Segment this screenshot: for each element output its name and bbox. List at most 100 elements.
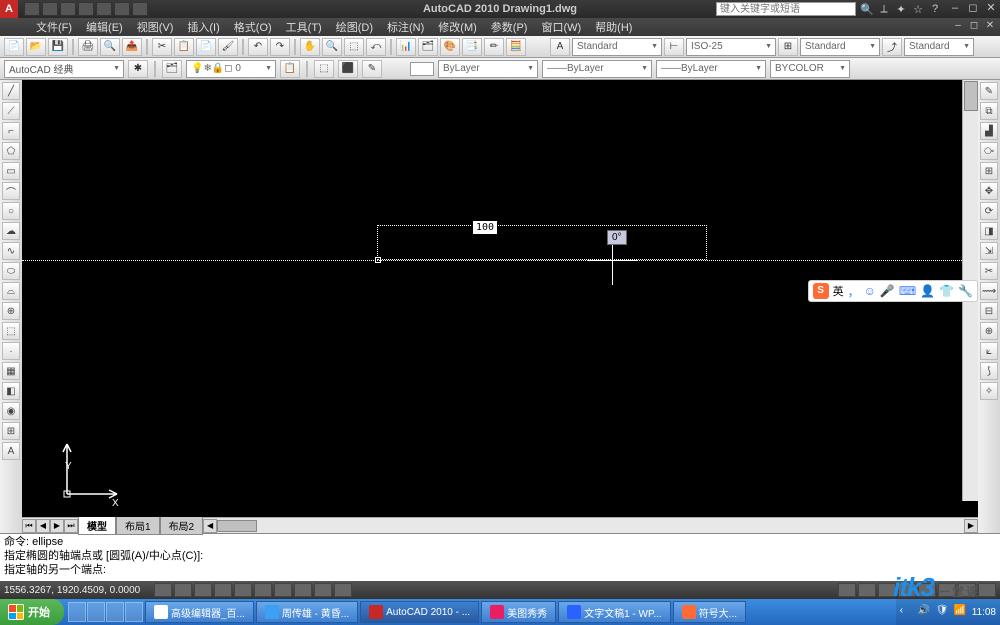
circle-icon[interactable]: ○: [2, 202, 20, 220]
ellipse-arc-icon[interactable]: ⌓: [2, 282, 20, 300]
tray-net-icon[interactable]: 📶: [954, 605, 968, 619]
qat-undo-icon[interactable]: [78, 2, 94, 16]
rectangle-icon[interactable]: ▭: [2, 162, 20, 180]
spline-icon[interactable]: ∿: [2, 242, 20, 260]
taskbar-item-meitu[interactable]: 美图秀秀: [481, 601, 556, 623]
taskbar-item-wps[interactable]: 文字文稿1 - WP...: [558, 601, 671, 623]
menu-parametric[interactable]: 参数(P): [485, 18, 534, 36]
ime-emoji-icon[interactable]: ☺: [864, 284, 876, 298]
match-icon[interactable]: 🖌: [218, 38, 238, 56]
copy-icon[interactable]: 📋: [174, 38, 194, 56]
zoom-icon[interactable]: 🔍: [322, 38, 342, 56]
ime-toolbar[interactable]: S 英 ， ☺ 🎤 ⌨ 👤 👕 🔧: [808, 280, 978, 302]
workspace-selector[interactable]: AutoCAD 经典: [4, 60, 124, 78]
insert-block-icon[interactable]: ⬚: [314, 60, 334, 78]
qat-dropdown-icon[interactable]: [132, 2, 148, 16]
dimstyle-icon[interactable]: ⊢: [664, 38, 684, 56]
menu-tools[interactable]: 工具(T): [280, 18, 328, 36]
make-block-icon[interactable]: ⬚: [2, 322, 20, 340]
ortho-toggle[interactable]: [194, 583, 212, 597]
tab-prev-button[interactable]: ◀: [36, 519, 50, 533]
table-icon[interactable]: ⊞: [2, 422, 20, 440]
exchange-icon[interactable]: ✦: [894, 3, 908, 16]
annotation-scale-icon[interactable]: [898, 583, 916, 597]
ime-lang-label[interactable]: 英: [833, 283, 844, 299]
arc-icon[interactable]: ⌒: [2, 182, 20, 200]
cut-icon[interactable]: ✂: [152, 38, 172, 56]
trim-icon[interactable]: ✂: [980, 262, 998, 280]
polar-toggle[interactable]: [214, 583, 232, 597]
ducs-toggle[interactable]: [274, 583, 292, 597]
layout1-tab[interactable]: 布局1: [116, 516, 160, 535]
qp-toggle[interactable]: [334, 583, 352, 597]
designcenter-icon[interactable]: 🗂: [418, 38, 438, 56]
qat-new-icon[interactable]: [24, 2, 40, 16]
taskbar-item-autocad[interactable]: AutoCAD 2010 - ...: [360, 601, 479, 623]
table-style-selector[interactable]: Standard: [800, 38, 880, 56]
polygon-icon[interactable]: ⬠: [2, 142, 20, 160]
ellipse-icon[interactable]: ⬭: [2, 262, 20, 280]
tab-first-button[interactable]: ⏮: [22, 519, 36, 533]
mleader-style-selector[interactable]: Standard: [904, 38, 974, 56]
new-icon[interactable]: 📄: [4, 38, 24, 56]
hatch-icon[interactable]: ▦: [2, 362, 20, 380]
hardware-accel-icon[interactable]: [958, 583, 976, 597]
gradient-icon[interactable]: ◧: [2, 382, 20, 400]
taskbar-item-editor[interactable]: 高级编辑器_百...: [145, 601, 254, 623]
array-icon[interactable]: ⊞: [980, 162, 998, 180]
menu-view[interactable]: 视图(V): [131, 18, 180, 36]
region-icon[interactable]: ◉: [2, 402, 20, 420]
maximize-button[interactable]: ◻: [964, 1, 982, 17]
ql-browser-icon[interactable]: [125, 602, 143, 622]
qat-print-icon[interactable]: [114, 2, 130, 16]
doc-minimize-button[interactable]: ‒: [950, 20, 966, 34]
text-style-selector[interactable]: Standard: [572, 38, 662, 56]
paste-icon[interactable]: 📄: [196, 38, 216, 56]
sheet-icon[interactable]: 📑: [462, 38, 482, 56]
construction-line-icon[interactable]: ⟋: [2, 102, 20, 120]
dynamic-distance-input[interactable]: 100: [472, 220, 498, 235]
qat-redo-icon[interactable]: [96, 2, 112, 16]
qat-save-icon[interactable]: [60, 2, 76, 16]
close-button[interactable]: ✕: [982, 1, 1000, 17]
offset-icon[interactable]: ⧂: [980, 142, 998, 160]
menu-draw[interactable]: 绘图(D): [330, 18, 379, 36]
tablestyle-icon[interactable]: ⊞: [778, 38, 798, 56]
tab-last-button[interactable]: ⏭: [64, 519, 78, 533]
taskbar-item-music[interactable]: 周传雄 - 黄昏...: [256, 601, 358, 623]
layer-selector[interactable]: 💡❄🔒◻ 0: [186, 60, 276, 78]
start-button[interactable]: 开始: [0, 599, 64, 625]
tray-expand-icon[interactable]: ‹: [900, 605, 914, 619]
mtext-icon[interactable]: A: [2, 442, 20, 460]
horizontal-scrollbar[interactable]: ◀▶: [203, 518, 978, 533]
ime-settings-icon[interactable]: 🔧: [958, 284, 973, 298]
search-box[interactable]: [716, 2, 856, 16]
break-icon[interactable]: ⊟: [980, 302, 998, 320]
zoom-prev-icon[interactable]: ⤺: [366, 38, 386, 56]
menu-file[interactable]: 文件(F): [30, 18, 78, 36]
ime-keyboard-icon[interactable]: ⌨: [899, 284, 916, 298]
quickview-drawings-icon[interactable]: [878, 583, 896, 597]
open-icon[interactable]: 📂: [26, 38, 46, 56]
mirror-icon[interactable]: ▟: [980, 122, 998, 140]
layer-manager-icon[interactable]: 🗂: [162, 60, 182, 78]
chamfer-icon[interactable]: ⟀: [980, 342, 998, 360]
ql-desktop-icon[interactable]: [87, 602, 105, 622]
revcloud-icon[interactable]: ☁: [2, 222, 20, 240]
layer-state-icon[interactable]: 📋: [280, 60, 300, 78]
taskbar-item-symbol[interactable]: 符号大...: [673, 601, 746, 623]
ime-skin-icon[interactable]: 👕: [939, 284, 954, 298]
redo-icon[interactable]: ↷: [270, 38, 290, 56]
calc-icon[interactable]: 🧮: [506, 38, 526, 56]
layer-color-selector[interactable]: ByLayer: [438, 60, 538, 78]
search-icon[interactable]: 🔍: [860, 3, 874, 16]
command-window[interactable]: 命令: ellipse 指定椭圆的轴端点或 [圆弧(A)/中心点(C)]: 指定…: [0, 533, 1000, 581]
preview-icon[interactable]: 🔍: [100, 38, 120, 56]
pan-icon[interactable]: ✋: [300, 38, 320, 56]
stretch-icon[interactable]: ⇲: [980, 242, 998, 260]
move-icon[interactable]: ✥: [980, 182, 998, 200]
workspace-switch-icon[interactable]: [918, 583, 936, 597]
search-input[interactable]: [716, 2, 856, 16]
color-control[interactable]: [410, 62, 434, 76]
app-logo[interactable]: A: [0, 0, 18, 18]
